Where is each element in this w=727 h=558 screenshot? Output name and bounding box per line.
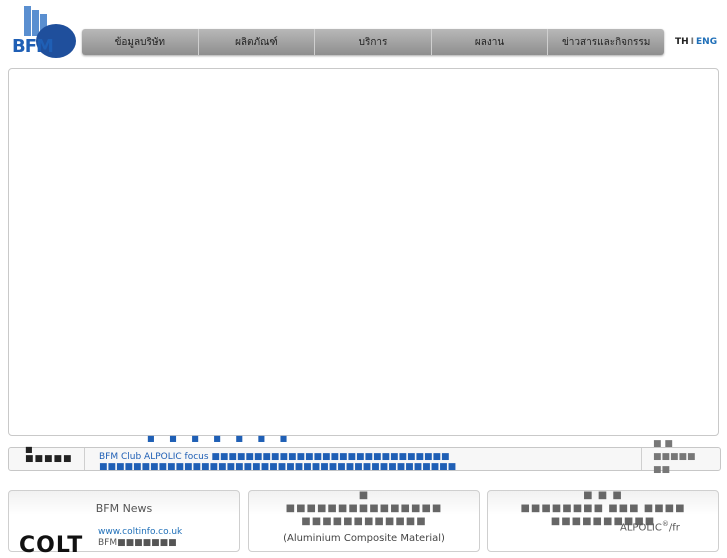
ticker-news-text: BFM Club ALPOLIC focus ■■■■■■■■■■■■■■■■■… <box>99 452 450 462</box>
nav-item-products[interactable]: ผลิตภัณฑ์ <box>199 29 316 55</box>
alpolic-brand[interactable]: ALPOLIC®/fr <box>620 520 680 533</box>
ticker-divider <box>641 448 642 470</box>
lang-eng[interactable]: ENG <box>696 37 717 47</box>
lang-separator: I <box>690 37 695 47</box>
nav-item-services[interactable]: บริการ <box>315 29 432 55</box>
ticker-more-link[interactable]: ■ ■ ■■■■■ ■■ <box>653 438 696 477</box>
alpolic-brand-suffix: /fr <box>668 522 680 534</box>
main-nav: ข้อมูลบริษัท ผลิตภัณฑ์ บริการ ผลงาน ข่าว… <box>82 29 664 55</box>
news-link-secondary[interactable]: BFM■■■■■■■ <box>98 538 177 548</box>
lang-th[interactable]: TH <box>675 37 689 47</box>
box-title: ■ ■■■■■■■■■■■■■■■ ■■■■■■■■■■■■ <box>285 490 443 527</box>
logo-bar <box>24 6 31 36</box>
box-title: BFM News <box>95 502 153 515</box>
ticker-label: ■ ■■■■■ <box>25 445 73 464</box>
ticker-divider <box>84 448 85 470</box>
colt-link[interactable]: www.coltinfo.co.uk <box>98 527 182 537</box>
ticker-news-text-row2: ■■■■■■■■■■■■■■■■■■■■■■■■■■■■■■■■■■■■■■■■… <box>99 462 457 472</box>
acm-subtitle: (Aluminium Composite Material) <box>283 533 445 544</box>
nav-item-portfolio[interactable]: ผลงาน <box>432 29 549 55</box>
ticker-news-marks: ■ ■ ■ ■ ■ ■ ■ <box>147 434 294 443</box>
nav-item-about[interactable]: ข้อมูลบริษัท <box>82 29 199 55</box>
bfm-news-box: BFM News COLT www.coltinfo.co.uk BFM■■■■… <box>8 490 240 558</box>
registered-mark: ® <box>661 520 669 528</box>
ticker-news-link[interactable]: ■ ■ ■ ■ ■ ■ ■ BFM Club ALPOLIC focus ■■■… <box>99 434 456 472</box>
ticker-label-text: ■■■■■ <box>25 454 73 464</box>
acm-box: ■ ■■■■■■■■■■■■■■■ ■■■■■■■■■■■■ (Aluminiu… <box>248 490 480 552</box>
box-title: ■ ■ ■ ■■■■■■■■ ■■■ ■■■■ ■■■■■■■■■■ <box>520 490 686 527</box>
alpolic-box: ■ ■ ■ ■■■■■■■■ ■■■ ■■■■ ■■■■■■■■■■ ALPOL… <box>487 490 719 552</box>
logo-text: BFM <box>12 36 54 57</box>
language-switcher: TH I ENG <box>675 37 717 47</box>
main-content-panel <box>8 68 719 436</box>
news-ticker: ■ ■■■■■ ■ ■ ■ ■ ■ ■ ■ BFM Club ALPOLIC f… <box>8 434 721 475</box>
bfm-logo[interactable]: BFM <box>10 4 76 58</box>
colt-logo[interactable]: COLT <box>19 533 83 558</box>
ticker-label-mark: ■ <box>25 445 34 454</box>
alpolic-brand-name: ALPOLIC <box>620 522 662 534</box>
nav-item-news[interactable]: ข่าวสารและกิจกรรม <box>548 29 664 55</box>
